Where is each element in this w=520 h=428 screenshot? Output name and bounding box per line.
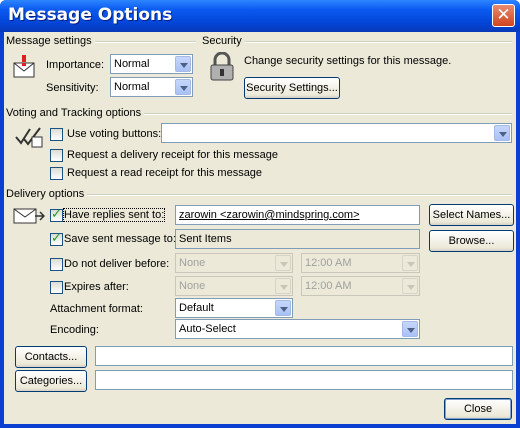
read-receipt-label: Request a read receipt for this message [67,167,263,179]
chevron-down-icon[interactable] [402,278,418,294]
sensitivity-select[interactable]: Normal [110,77,193,97]
expires-label: Expires after: [64,281,129,293]
message-settings-separator [84,41,196,43]
use-voting-label: Use voting buttons: [67,128,162,140]
delivery-heading: Delivery options [6,188,88,200]
chevron-down-icon[interactable] [175,79,191,95]
voting-buttons-select[interactable] [161,123,512,143]
expires-date-select[interactable]: None [175,276,293,296]
save-sent-checkbox[interactable] [50,231,63,246]
have-replies-checkbox[interactable] [50,207,63,222]
read-receipt-checkbox[interactable] [50,167,63,180]
message-settings-heading: Message settings [6,35,95,47]
do-not-deliver-checkbox[interactable] [50,258,63,271]
encoding-value: Auto-Select [179,323,236,335]
have-replies-label: Have replies sent to: [62,208,166,222]
attachment-format-label: Attachment format: [50,303,143,315]
attachment-format-select[interactable]: Default [175,298,293,318]
expires-checkbox[interactable] [50,281,63,294]
chevron-down-icon[interactable] [494,125,510,141]
do-not-deliver-time-select[interactable]: 12:00 AM [301,253,420,273]
delivery-receipt-label: Request a delivery receipt for this mess… [67,149,278,161]
close-icon[interactable]: ✕ [492,4,515,27]
save-sent-label: Save sent message to: [64,233,176,245]
do-not-deliver-time-value: 12:00 AM [305,257,352,269]
window-title: Message Options [8,5,173,25]
replies-to-value: zarowin <zarowin@mindspring.com> [179,209,360,221]
voting-checkmark-icon [15,127,43,148]
browse-button[interactable]: Browse... [429,230,514,252]
save-sent-folder-value: Sent Items [179,233,232,245]
select-names-button[interactable]: Select Names... [429,204,514,226]
attachment-format-value: Default [179,302,214,314]
chevron-down-icon[interactable] [275,255,291,271]
dialog-window: Message Options ✕ Message settings Impor… [0,0,520,428]
save-sent-folder-field[interactable]: Sent Items [175,229,420,249]
voting-separator [132,113,512,115]
encoding-select[interactable]: Auto-Select [175,319,420,339]
security-settings-button[interactable]: Security Settings... [244,77,340,99]
sensitivity-value: Normal [114,81,150,93]
importance-label: Importance: [46,59,105,71]
do-not-deliver-label: Do not deliver before: [64,258,170,270]
expires-date-value: None [179,280,206,292]
contacts-button[interactable]: Contacts... [15,346,87,368]
contacts-field[interactable] [95,346,513,366]
security-description: Change security settings for this messag… [244,55,452,67]
importance-select[interactable]: Normal [110,54,193,74]
envelope-importance-icon [13,55,35,78]
chevron-down-icon[interactable] [175,56,191,72]
chevron-down-icon[interactable] [275,278,291,294]
security-heading: Security [202,35,245,47]
importance-value: Normal [114,58,150,70]
do-not-deliver-date-value: None [179,257,206,269]
categories-button[interactable]: Categories... [15,370,87,392]
do-not-deliver-date-select[interactable]: None [175,253,293,273]
chevron-down-icon[interactable] [275,300,291,316]
replies-to-field[interactable]: zarowin <zarowin@mindspring.com> [175,205,420,225]
lock-icon [210,52,234,81]
delivery-receipt-checkbox[interactable] [50,149,63,162]
expires-time-select[interactable]: 12:00 AM [301,276,420,296]
chevron-down-icon[interactable] [402,321,418,337]
dialog-body: Message settings Importance: Normal Sens… [4,32,516,424]
delivery-envelope-icon [13,208,45,224]
close-button[interactable]: Close [444,398,512,420]
delivery-separator [86,194,512,196]
categories-field[interactable] [95,370,513,390]
title-bar[interactable]: Message Options ✕ [0,0,520,32]
security-separator [244,41,512,43]
sensitivity-label: Sensitivity: [46,82,99,94]
voting-heading: Voting and Tracking options [6,107,145,119]
chevron-down-icon[interactable] [402,255,418,271]
use-voting-checkbox[interactable] [50,128,63,141]
expires-time-value: 12:00 AM [305,280,352,292]
encoding-label: Encoding: [50,324,99,336]
